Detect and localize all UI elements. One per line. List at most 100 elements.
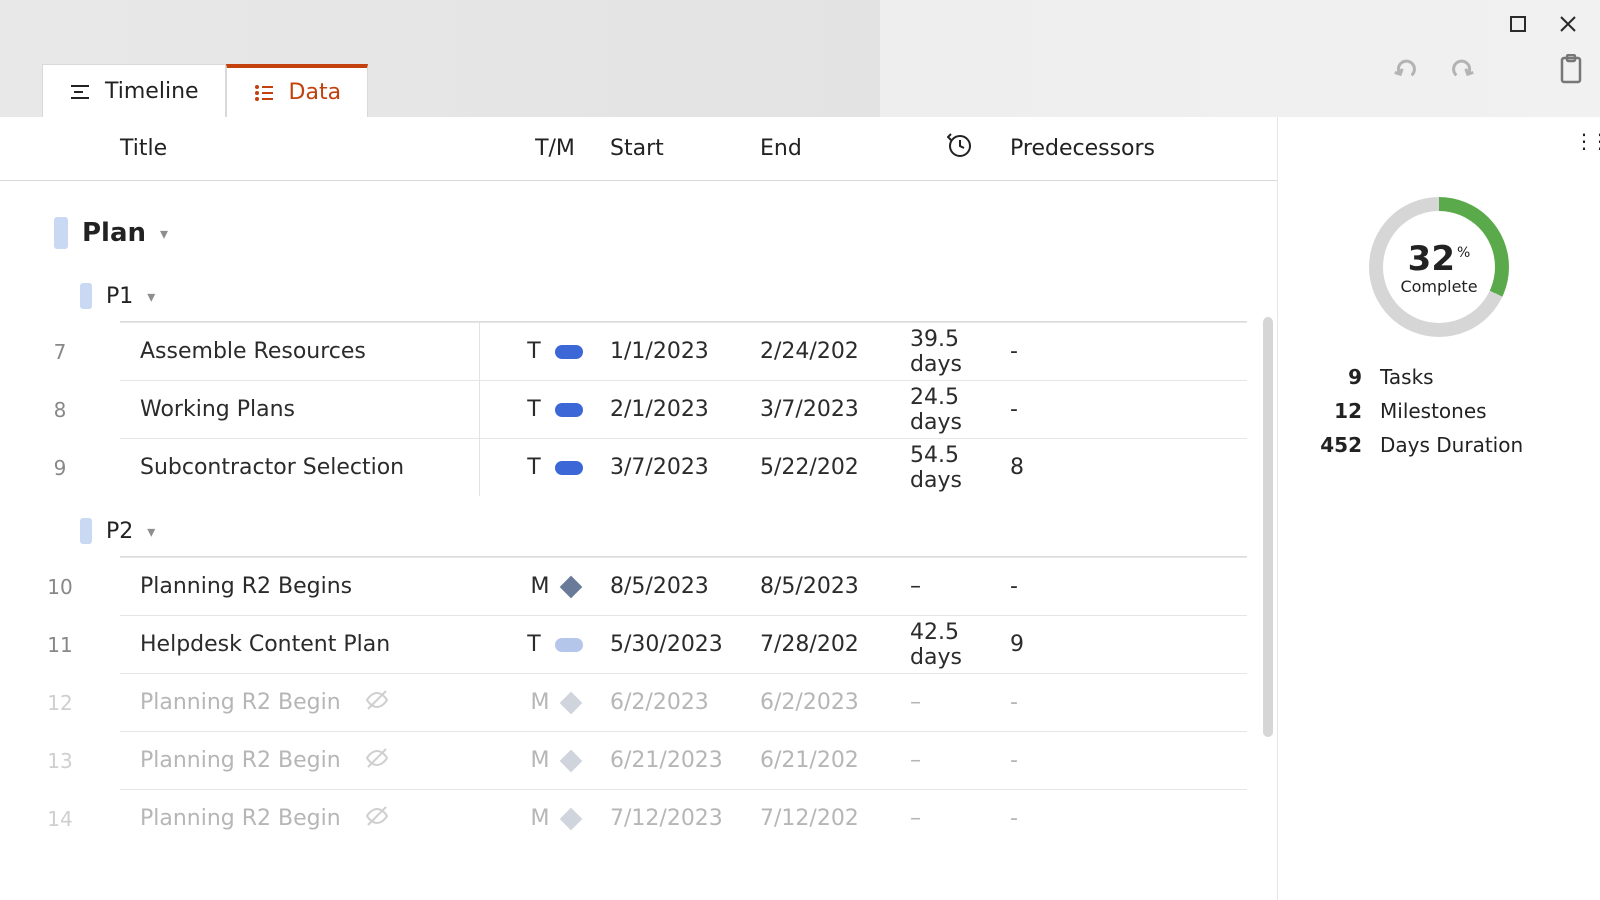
group-p1[interactable]: P1 ▾	[0, 271, 1277, 321]
row-start[interactable]: 8/5/2023	[610, 574, 760, 599]
stat-value: 12	[1308, 399, 1362, 423]
row-end[interactable]: 8/5/2023	[760, 574, 910, 599]
row-predecessors[interactable]: -	[1010, 574, 1170, 599]
row-number: 9	[0, 456, 120, 480]
task-pill-icon	[555, 638, 583, 652]
tab-timeline[interactable]: Timeline	[42, 64, 226, 117]
row-start[interactable]: 2/1/2023	[610, 397, 760, 422]
stat-label: Days Duration	[1380, 433, 1523, 457]
group-plan[interactable]: Plan ▾	[0, 217, 1277, 267]
window-maximize-button[interactable]	[1504, 10, 1532, 38]
timeline-icon	[69, 80, 91, 102]
row-title[interactable]: Assemble Resources	[120, 339, 500, 364]
milestone-diamond-icon	[560, 575, 583, 598]
table-row[interactable]: 9Subcontractor SelectionT3/7/20235/22/20…	[120, 438, 1247, 496]
row-start[interactable]: 1/1/2023	[610, 339, 760, 364]
row-start[interactable]: 3/7/2023	[610, 455, 760, 480]
row-title[interactable]: Planning R2 Begin	[120, 746, 500, 776]
vertical-scrollbar[interactable]	[1263, 317, 1273, 737]
row-end[interactable]: 2/24/202	[760, 339, 910, 364]
row-type: T	[500, 455, 610, 480]
row-type: T	[500, 632, 610, 657]
row-end[interactable]: 6/2/2023	[760, 690, 910, 715]
row-start[interactable]: 6/2/2023	[610, 690, 760, 715]
column-divider	[479, 322, 480, 496]
undo-button[interactable]	[1390, 54, 1420, 84]
milestone-diamond-icon	[560, 749, 583, 772]
row-predecessors[interactable]: -	[1010, 748, 1170, 773]
summary-panel: ⋮⋮ 32% Complete 9Tasks12Milestones452Day…	[1278, 117, 1600, 900]
tab-data[interactable]: Data	[226, 64, 369, 117]
row-title[interactable]: Helpdesk Content Plan	[120, 632, 500, 657]
hidden-eye-icon	[365, 746, 389, 776]
col-predecessors[interactable]: Predecessors	[1010, 136, 1170, 161]
col-end[interactable]: End	[760, 136, 910, 161]
stat-label: Tasks	[1380, 365, 1434, 389]
col-tm[interactable]: T/M	[500, 136, 610, 161]
row-end[interactable]: 6/21/202	[760, 748, 910, 773]
row-predecessors[interactable]: 9	[1010, 632, 1170, 657]
row-predecessors[interactable]: -	[1010, 397, 1170, 422]
table-row[interactable]: 10Planning R2 BeginsM8/5/20238/5/2023–-	[120, 557, 1247, 615]
column-headers: Title T/M Start End Predecessors	[0, 117, 1277, 181]
col-start[interactable]: Start	[610, 136, 760, 161]
chevron-down-icon: ▾	[160, 224, 168, 243]
row-predecessors[interactable]: -	[1010, 339, 1170, 364]
row-title[interactable]: Planning R2 Begin	[120, 688, 500, 718]
row-type: T	[500, 339, 610, 364]
row-duration: 54.5 days	[910, 443, 1010, 493]
row-predecessors[interactable]: -	[1010, 690, 1170, 715]
hidden-eye-icon	[365, 688, 389, 718]
row-number: 13	[0, 749, 120, 773]
row-title[interactable]: Planning R2 Begin	[120, 804, 500, 834]
row-end[interactable]: 3/7/2023	[760, 397, 910, 422]
row-predecessors[interactable]: -	[1010, 806, 1170, 831]
summary-stat: 9Tasks	[1308, 365, 1570, 389]
col-title[interactable]: Title	[120, 136, 500, 161]
table-row[interactable]: 12Planning R2 BeginM6/2/20236/2/2023–-	[120, 673, 1247, 731]
row-predecessors[interactable]: 8	[1010, 455, 1170, 480]
group-p1-label: P1	[106, 284, 133, 309]
row-start[interactable]: 5/30/2023	[610, 632, 760, 657]
row-number: 12	[0, 691, 120, 715]
table-row[interactable]: 11Helpdesk Content PlanT5/30/20237/28/20…	[120, 615, 1247, 673]
row-start[interactable]: 6/21/2023	[610, 748, 760, 773]
redo-button[interactable]	[1448, 54, 1478, 84]
row-duration: –	[910, 574, 1010, 599]
group-p2[interactable]: P2 ▾	[0, 506, 1277, 556]
col-duration[interactable]	[910, 133, 1010, 165]
row-end[interactable]: 7/28/202	[760, 632, 910, 657]
task-pill-icon	[555, 345, 583, 359]
rows-p2: 10Planning R2 BeginsM8/5/20238/5/2023–-1…	[120, 556, 1247, 847]
grid-body: Plan ▾ P1 ▾ 7Assemble ResourcesT1/1/2023…	[0, 181, 1277, 847]
window-close-button[interactable]	[1554, 10, 1582, 38]
group-p2-label: P2	[106, 519, 133, 544]
table-row[interactable]: 14Planning R2 BeginM7/12/20237/12/202–-	[120, 789, 1247, 847]
row-duration: 42.5 days	[910, 620, 1010, 670]
table-row[interactable]: 7Assemble ResourcesT1/1/20232/24/20239.5…	[120, 322, 1247, 380]
row-title[interactable]: Planning R2 Begins	[120, 574, 500, 599]
row-title[interactable]: Subcontractor Selection	[120, 455, 500, 480]
clipboard-button[interactable]	[1556, 54, 1586, 84]
table-row[interactable]: 13Planning R2 BeginM6/21/20236/21/202–-	[120, 731, 1247, 789]
row-title[interactable]: Working Plans	[120, 397, 500, 422]
row-end[interactable]: 5/22/202	[760, 455, 910, 480]
row-start[interactable]: 7/12/2023	[610, 806, 760, 831]
milestone-diamond-icon	[560, 807, 583, 830]
panel-collapse-marker[interactable]: ⋮⋮	[1574, 129, 1600, 153]
summary-stat: 12Milestones	[1308, 399, 1570, 423]
chevron-down-icon: ▾	[147, 522, 155, 541]
table-row[interactable]: 8Working PlansT2/1/20233/7/202324.5 days…	[120, 380, 1247, 438]
row-number: 14	[0, 807, 120, 831]
group-color-swatch	[80, 283, 92, 309]
row-end[interactable]: 7/12/202	[760, 806, 910, 831]
row-number: 11	[0, 633, 120, 657]
hidden-eye-icon	[365, 804, 389, 834]
row-type: M	[500, 690, 610, 715]
row-type: M	[500, 748, 610, 773]
row-type: M	[500, 574, 610, 599]
progress-donut: 32% Complete	[1369, 197, 1509, 337]
redo-icon	[1450, 56, 1476, 82]
group-color-swatch	[80, 518, 92, 544]
ribbon: Timeline Data	[0, 44, 1600, 117]
